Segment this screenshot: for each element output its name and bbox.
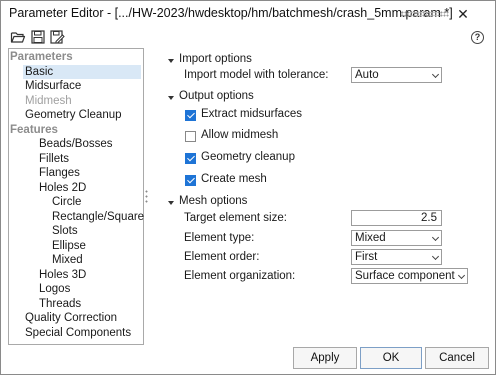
element-org-select[interactable]: Surface component [351,268,468,284]
close-button[interactable]: ✕ [453,4,473,24]
tree-item-special-components[interactable]: Special Components [25,326,131,340]
tree-item-fillets[interactable]: Fillets [39,152,69,166]
save-as-icon[interactable] [49,29,65,45]
tree-item-mixed[interactable]: Mixed [52,253,83,267]
tree-heading-parameters: Parameters [10,51,73,63]
allow-midmesh-label: Allow midmesh [201,129,279,141]
element-order-label: Element order: [184,251,260,263]
drag-grip[interactable] [401,11,449,17]
tree-item-ellipse[interactable]: Ellipse [52,239,86,253]
tree-item-holes-3d[interactable]: Holes 3D [39,268,86,282]
output-options-header[interactable]: Output options [179,90,254,102]
collapse-caret-icon[interactable] [168,96,174,100]
element-type-value: Mixed [355,232,386,244]
help-icon[interactable]: ? [471,31,484,44]
import-options-header[interactable]: Import options [179,53,252,65]
title-bar[interactable]: Parameter Editor - [.../HW-2023/hwdeskto… [1,1,495,27]
chevron-down-icon [431,233,440,242]
tree-item-holes-2d[interactable]: Holes 2D [39,181,86,195]
geometry-cleanup-label: Geometry cleanup [201,151,295,163]
parameter-tree: Parameters Basic Midsurface Midmesh Geometry… [8,48,144,345]
element-order-value: First [355,251,378,263]
allow-midmesh-checkbox[interactable] [185,131,196,142]
collapse-caret-icon[interactable] [168,201,174,205]
chevron-down-icon [431,70,440,79]
extract-midsurfaces-checkbox[interactable] [185,110,196,121]
panel-splitter[interactable] [145,189,148,205]
tree-item-quality-correction[interactable]: Quality Correction [25,311,117,325]
tree-item-geometry-cleanup[interactable]: Geometry Cleanup [25,108,122,122]
tree-item-threads[interactable]: Threads [39,297,81,311]
extract-midsurfaces-label: Extract midsurfaces [201,108,302,120]
collapse-caret-icon[interactable] [168,59,174,63]
chevron-down-icon [431,252,440,261]
tree-item-midmesh[interactable]: Midmesh [25,94,72,108]
element-org-value: Surface component [355,270,455,282]
target-size-input[interactable]: 2.5 [351,210,442,226]
tree-item-circle[interactable]: Circle [52,195,81,209]
tolerance-select[interactable]: Auto [351,67,442,83]
save-icon[interactable] [30,29,46,45]
element-type-label: Element type: [184,232,255,244]
element-order-select[interactable]: First [351,249,442,265]
chevron-down-icon [457,271,466,280]
element-type-select[interactable]: Mixed [351,230,442,246]
ok-button[interactable]: OK [360,347,422,369]
mesh-options-header[interactable]: Mesh options [179,195,247,207]
toolbar [1,29,495,47]
target-size-label: Target element size: [184,212,287,224]
apply-button[interactable]: Apply [293,347,357,369]
tree-heading-features: Features [10,123,58,136]
open-folder-icon[interactable] [10,29,26,45]
tree-item-beads-bosses[interactable]: Beads/Bosses [39,137,113,151]
tree-item-midsurface[interactable]: Midsurface [25,79,81,93]
create-mesh-label: Create mesh [201,173,267,185]
element-org-label: Element organization: [184,270,296,282]
tree-item-logos[interactable]: Logos [39,282,70,296]
tolerance-value: Auto [355,69,379,81]
tolerance-label: Import model with tolerance: [184,69,329,81]
tree-item-rectangle-square[interactable]: Rectangle/Square [52,210,144,224]
create-mesh-checkbox[interactable] [185,175,196,186]
tree-item-basic[interactable]: Basic [23,64,141,79]
geometry-cleanup-checkbox[interactable] [185,153,196,164]
parameter-editor-window: Parameter Editor - [.../HW-2023/hwdeskto… [0,0,496,375]
window-title: Parameter Editor - [.../HW-2023/hwdeskto… [9,6,453,20]
cancel-button[interactable]: Cancel [425,347,489,369]
tree-item-flanges[interactable]: Flanges [39,166,80,180]
tree-item-slots[interactable]: Slots [52,224,78,238]
